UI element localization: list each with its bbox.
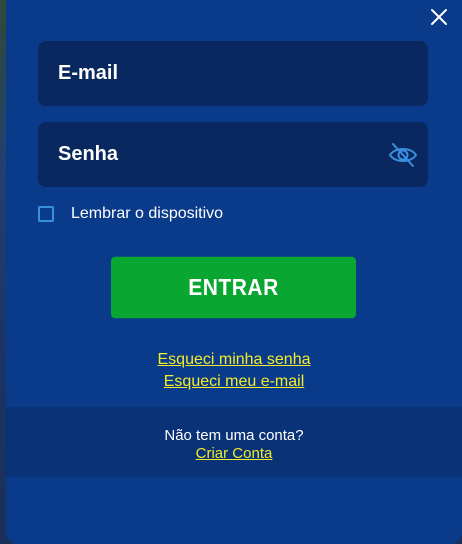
create-account-link[interactable]: Criar Conta: [196, 445, 273, 463]
forgot-email-link[interactable]: Esqueci meu e-mail: [6, 371, 462, 393]
login-modal: Lembrar o dispositivo ENTRAR Esqueci min…: [6, 0, 462, 544]
email-input[interactable]: [38, 41, 428, 106]
remember-device-option[interactable]: Lembrar o dispositivo: [38, 205, 223, 223]
password-input[interactable]: [38, 122, 428, 187]
recovery-links: Esqueci minha senha Esqueci meu e-mail: [6, 349, 462, 393]
no-account-text: Não tem uma conta?: [164, 427, 304, 444]
forgot-password-link[interactable]: Esqueci minha senha: [6, 349, 462, 371]
password-field-container: [38, 122, 428, 187]
eye-slash-icon[interactable]: [388, 141, 418, 169]
remember-device-label: Lembrar o dispositivo: [71, 205, 224, 222]
login-button[interactable]: ENTRAR: [111, 256, 356, 319]
email-field-container: [38, 41, 428, 106]
signup-footer: Não tem uma conta? Criar Conta: [6, 407, 462, 477]
close-icon[interactable]: [428, 6, 450, 28]
remember-device-checkbox[interactable]: [38, 206, 54, 222]
